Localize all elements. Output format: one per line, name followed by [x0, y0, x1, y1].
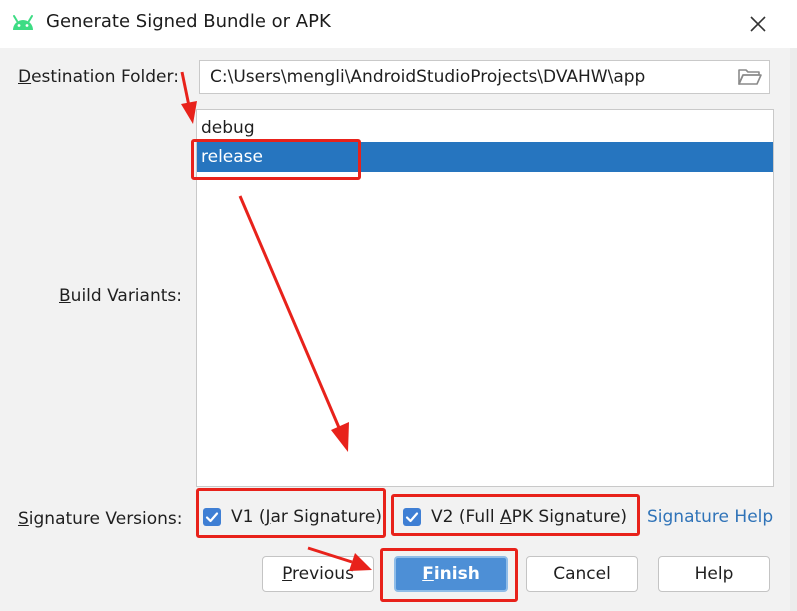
destination-folder-field[interactable] — [199, 60, 770, 94]
v2-checkbox[interactable] — [403, 508, 421, 526]
variant-item-release[interactable]: release — [197, 142, 773, 172]
title-bar: Generate Signed Bundle or APK — [0, 0, 797, 48]
window-title: Generate Signed Bundle or APK — [46, 11, 331, 32]
v2-checkbox-label[interactable]: V2 (Full APK Signature) — [431, 507, 627, 527]
previous-button[interactable]: Previous — [262, 556, 374, 592]
v1-checkbox[interactable] — [203, 508, 221, 526]
v1-checkbox-label[interactable]: V1 (Jar Signature) — [231, 507, 382, 527]
build-variants-list[interactable]: debug release — [196, 109, 774, 487]
build-variants-label: Build Variants: — [59, 286, 182, 306]
window-edge — [790, 48, 797, 611]
destination-folder-input[interactable] — [210, 61, 730, 93]
variant-item-debug[interactable]: debug — [197, 113, 773, 143]
help-button[interactable]: Help — [658, 556, 770, 592]
generate-signed-apk-dialog: Generate Signed Bundle or APK Destinatio… — [0, 0, 797, 611]
signature-help-link[interactable]: Signature Help — [647, 507, 773, 527]
destination-folder-label: Destination Folder: — [18, 67, 179, 87]
finish-button[interactable]: Finish — [394, 556, 508, 592]
close-icon[interactable] — [744, 10, 772, 38]
signature-versions-label: Signature Versions: — [18, 509, 183, 529]
cancel-button[interactable]: Cancel — [526, 556, 638, 592]
folder-icon[interactable] — [737, 67, 763, 87]
v1-jar-signature-checkbox-group[interactable]: V1 (Jar Signature) — [203, 505, 383, 531]
annotation-arrow-destination — [180, 71, 197, 124]
v2-apk-signature-checkbox-group[interactable]: V2 (Full APK Signature) — [403, 505, 633, 531]
android-icon — [10, 12, 36, 34]
